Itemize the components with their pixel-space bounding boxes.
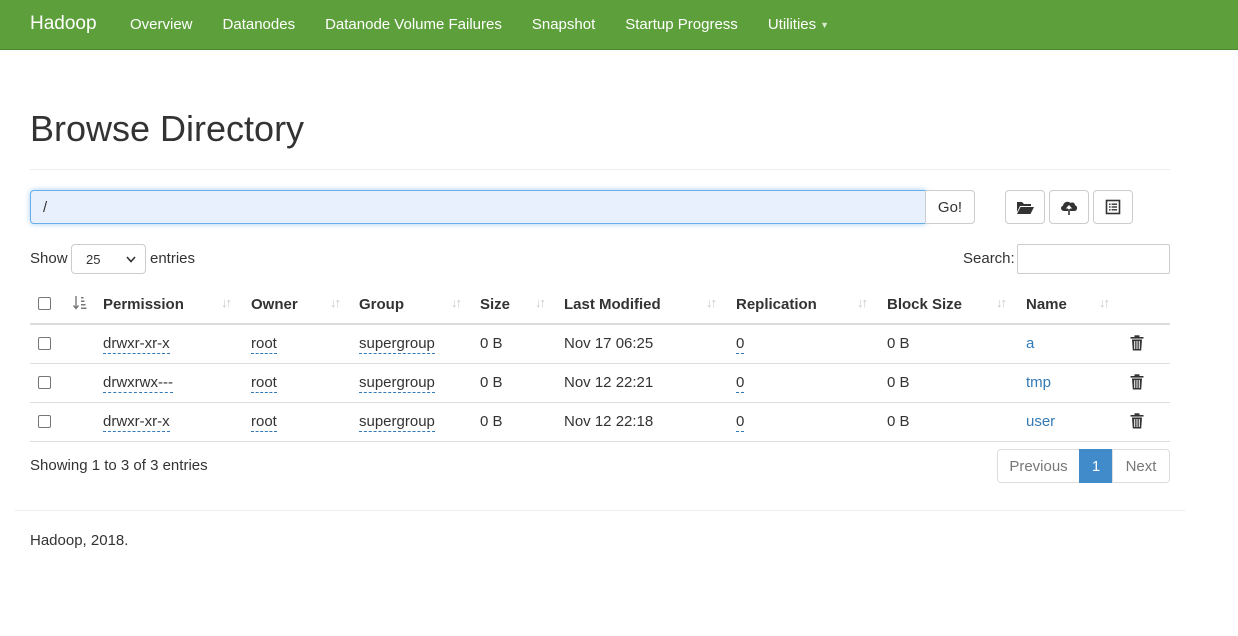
upload-files-button[interactable] — [1049, 190, 1089, 224]
sort-icon[interactable]: ↓↑ — [451, 295, 462, 310]
table-row: drwxrwx--- root supergroup 0 B Nov 12 22… — [30, 364, 1170, 403]
create-directory-button[interactable] — [1005, 190, 1045, 224]
nav-links: Overview Datanodes Datanode Volume Failu… — [130, 0, 859, 50]
column-size[interactable]: Size — [480, 296, 510, 313]
sort-icon[interactable]: ↓↑ — [1099, 295, 1110, 310]
row-checkbox[interactable] — [38, 415, 51, 428]
caret-down-icon: ▼ — [820, 20, 830, 31]
group-cell[interactable]: supergroup — [359, 374, 435, 393]
next-page-button[interactable]: Next — [1112, 449, 1170, 483]
owner-cell[interactable]: root — [251, 413, 277, 432]
footer-divider — [15, 510, 1185, 511]
nav-overview[interactable]: Overview — [130, 0, 193, 50]
column-group[interactable]: Group — [359, 296, 404, 313]
replication-cell[interactable]: 0 — [736, 413, 745, 432]
name-link[interactable]: tmp — [1026, 374, 1051, 391]
table-info: Showing 1 to 3 of 3 entries — [30, 457, 208, 474]
name-link[interactable]: user — [1026, 413, 1055, 430]
table-search-input[interactable] — [1017, 244, 1170, 274]
row-checkbox[interactable] — [38, 337, 51, 350]
owner-cell[interactable]: root — [251, 335, 277, 354]
trash-icon[interactable] — [1130, 335, 1144, 351]
nav-datanodes[interactable]: Datanodes — [223, 0, 296, 50]
column-name[interactable]: Name — [1026, 296, 1067, 313]
directory-path-input[interactable] — [30, 190, 926, 224]
nav-utilities-dropdown[interactable]: Utilities ▼ — [768, 0, 829, 50]
table-row: drwxr-xr-x root supergroup 0 B Nov 12 22… — [30, 403, 1170, 442]
footer-text: Hadoop, 2018. — [30, 532, 129, 549]
page-length-value: 25 — [86, 251, 101, 267]
column-replication[interactable]: Replication — [736, 296, 817, 313]
show-label: Show — [30, 250, 68, 267]
replication-cell[interactable]: 0 — [736, 374, 745, 393]
column-owner[interactable]: Owner — [251, 296, 298, 313]
last-modified-cell: Nov 12 22:18 — [564, 413, 654, 430]
column-last-modified[interactable]: Last Modified — [564, 296, 661, 313]
page-1-button[interactable]: 1 — [1079, 449, 1113, 483]
nav-snapshot[interactable]: Snapshot — [532, 0, 595, 50]
size-cell: 0 B — [480, 374, 503, 391]
column-permission[interactable]: Permission — [103, 296, 184, 313]
block-size-cell: 0 B — [887, 335, 910, 352]
go-button[interactable]: Go! — [925, 190, 975, 224]
group-cell[interactable]: supergroup — [359, 335, 435, 354]
size-cell: 0 B — [480, 413, 503, 430]
permission-cell[interactable]: drwxrwx--- — [103, 374, 173, 393]
select-all-checkbox[interactable] — [38, 297, 51, 310]
cut-paste-button[interactable] — [1093, 190, 1133, 224]
nav-startup-progress[interactable]: Startup Progress — [625, 0, 738, 50]
name-link[interactable]: a — [1026, 335, 1034, 352]
permission-cell[interactable]: drwxr-xr-x — [103, 335, 170, 354]
chevron-down-icon — [126, 256, 136, 263]
sort-alpha-icon[interactable] — [73, 295, 87, 311]
sort-icon[interactable]: ↓↑ — [857, 295, 868, 310]
page-length-select[interactable]: 25 — [71, 244, 146, 274]
brand-link[interactable]: Hadoop — [30, 13, 97, 35]
nav-utilities-label: Utilities — [767, 16, 817, 33]
cloud-upload-icon — [1061, 201, 1078, 215]
sort-icon[interactable]: ↓↑ — [330, 295, 341, 310]
title-divider — [30, 169, 1170, 170]
sort-icon[interactable]: ↓↑ — [221, 295, 232, 310]
column-block-size[interactable]: Block Size — [887, 296, 962, 313]
block-size-cell: 0 B — [887, 374, 910, 391]
sort-icon[interactable]: ↓↑ — [706, 295, 717, 310]
row-checkbox[interactable] — [38, 376, 51, 389]
last-modified-cell: Nov 17 06:25 — [564, 335, 654, 352]
previous-page-button[interactable]: Previous — [997, 449, 1080, 483]
sort-icon[interactable]: ↓↑ — [996, 295, 1007, 310]
trash-icon[interactable] — [1130, 374, 1144, 390]
top-navbar: Hadoop Overview Datanodes Datanode Volum… — [0, 0, 1238, 50]
size-cell: 0 B — [480, 335, 503, 352]
block-size-cell: 0 B — [887, 413, 910, 430]
folder-open-icon — [1017, 202, 1034, 214]
table-row: drwxr-xr-x root supergroup 0 B Nov 17 06… — [30, 325, 1170, 364]
trash-icon[interactable] — [1130, 413, 1144, 429]
last-modified-cell: Nov 12 22:21 — [564, 374, 654, 391]
search-label: Search: — [963, 250, 1015, 267]
table-header: Permission ↓↑ Owner ↓↑ Group ↓↑ Size ↓↑ … — [30, 285, 1170, 325]
replication-cell[interactable]: 0 — [736, 335, 745, 354]
group-cell[interactable]: supergroup — [359, 413, 435, 432]
owner-cell[interactable]: root — [251, 374, 277, 393]
permission-cell[interactable]: drwxr-xr-x — [103, 413, 170, 432]
entries-label: entries — [150, 250, 196, 267]
nav-datanode-volume-failures[interactable]: Datanode Volume Failures — [325, 0, 502, 50]
list-alt-icon — [1105, 199, 1121, 215]
pagination: Previous 1 Next — [997, 449, 1170, 483]
page-title: Browse Directory — [30, 108, 305, 149]
sort-icon[interactable]: ↓↑ — [535, 295, 546, 310]
